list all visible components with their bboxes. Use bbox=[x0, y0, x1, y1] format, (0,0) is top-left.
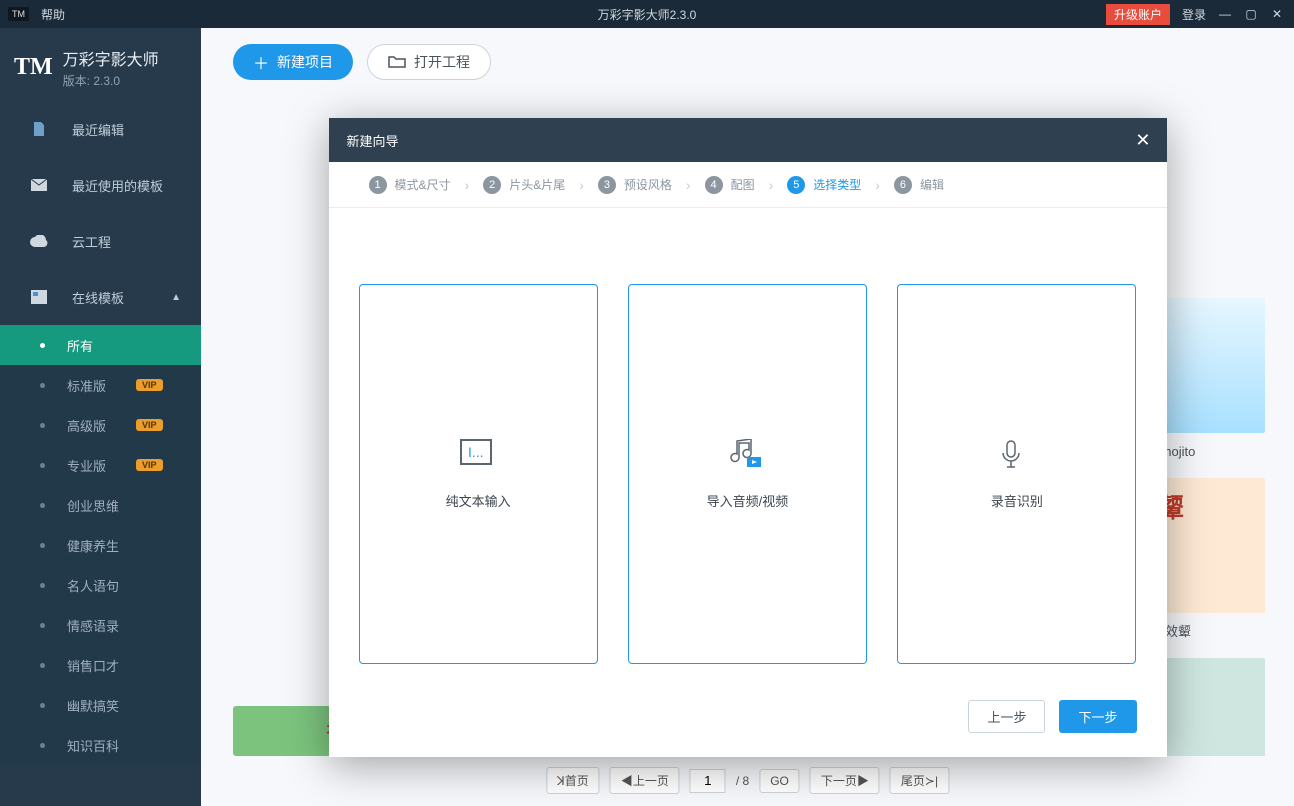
option-label: 录音识别 bbox=[991, 491, 1043, 510]
maximize-icon[interactable]: ▢ bbox=[1244, 7, 1258, 21]
wizard-steps: 1模式&尺寸 › 2片头&片尾 › 3预设风格 › 4配图 › 5选择类型 › 6编辑 bbox=[329, 162, 1167, 208]
wizard-overlay: 新建向导 ✕ 1模式&尺寸 › 2片头&片尾 › 3预设风格 › 4配图 › 5选择类型… bbox=[201, 28, 1294, 806]
sidebar-item-recent-templates[interactable]: 最近使用的模板 bbox=[0, 157, 201, 213]
sidebar-item-online-templates[interactable]: 在线模板 ▲ bbox=[0, 269, 201, 325]
option-record[interactable]: 录音识别 bbox=[897, 284, 1136, 664]
chevron-up-icon: ▲ bbox=[171, 292, 181, 303]
close-icon[interactable]: ✕ bbox=[1270, 7, 1284, 21]
option-label: 导入音频/视频 bbox=[707, 491, 789, 510]
sidebar-sub-all[interactable]: 所有 bbox=[0, 325, 201, 365]
sidebar-item-label: 在线模板 bbox=[72, 288, 124, 307]
titlebar: TM 帮助 万彩字影大师2.3.0 升级账户 登录 — ▢ ✕ bbox=[0, 0, 1294, 28]
sidebar-sub-health[interactable]: 健康养生 bbox=[0, 525, 201, 565]
sidebar-sub-sales[interactable]: 销售口才 bbox=[0, 645, 201, 685]
svg-text:I...: I... bbox=[468, 444, 484, 460]
sidebar-item-label: 最近编辑 bbox=[72, 120, 124, 139]
wizard-step-3[interactable]: 3预设风格 bbox=[598, 176, 672, 194]
music-video-icon bbox=[729, 439, 765, 475]
help-menu[interactable]: 帮助 bbox=[41, 6, 65, 23]
wizard-prev-button[interactable]: 上一步 bbox=[968, 700, 1045, 733]
minimize-icon[interactable]: — bbox=[1218, 7, 1232, 21]
main-area: ＋新建项目 打开工程 禁毒 Mojito 禁毒mojito 东施效颦 东施效颦 bbox=[201, 28, 1294, 806]
option-text-input[interactable]: I... 纯文本输入 bbox=[359, 284, 598, 664]
option-label: 纯文本输入 bbox=[446, 491, 511, 510]
sidebar-sub-quotes[interactable]: 名人语句 bbox=[0, 565, 201, 605]
chevron-right-icon: › bbox=[579, 177, 584, 193]
microphone-icon bbox=[999, 439, 1035, 475]
vip-badge: VIP bbox=[136, 379, 163, 391]
sidebar-sub-emotion[interactable]: 情感语录 bbox=[0, 605, 201, 645]
sidebar-item-label: 最近使用的模板 bbox=[72, 176, 163, 195]
vip-badge: VIP bbox=[136, 459, 163, 471]
wizard-step-4[interactable]: 4配图 bbox=[705, 176, 755, 194]
sidebar-item-cloud[interactable]: 云工程 bbox=[0, 213, 201, 269]
wizard-header: 新建向导 ✕ bbox=[329, 118, 1167, 162]
sidebar-sub-knowledge[interactable]: 知识百科 bbox=[0, 725, 201, 765]
sidebar-sub-pro[interactable]: 专业版VIP bbox=[0, 445, 201, 485]
wizard-step-2[interactable]: 2片头&片尾 bbox=[483, 176, 565, 194]
wizard-step-6[interactable]: 6编辑 bbox=[894, 176, 944, 194]
vip-badge: VIP bbox=[136, 419, 163, 431]
sidebar-subitems: 所有 标准版VIP 高级版VIP 专业版VIP 创业思维 健康养生 名人语句 情… bbox=[0, 325, 201, 765]
wizard-next-button[interactable]: 下一步 bbox=[1059, 700, 1136, 733]
mail-icon bbox=[30, 176, 48, 194]
wizard-step-1[interactable]: 1模式&尺寸 bbox=[369, 176, 451, 194]
sidebar-sub-humor[interactable]: 幽默搞笑 bbox=[0, 685, 201, 725]
login-button[interactable]: 登录 bbox=[1182, 6, 1206, 23]
wizard-dialog: 新建向导 ✕ 1模式&尺寸 › 2片头&片尾 › 3预设风格 › 4配图 › 5选择类型… bbox=[329, 118, 1167, 757]
wizard-close-icon[interactable]: ✕ bbox=[1135, 130, 1150, 151]
sidebar-item-recent-edit[interactable]: 最近编辑 bbox=[0, 101, 201, 157]
chevron-right-icon: › bbox=[769, 177, 774, 193]
sidebar-sub-standard[interactable]: 标准版VIP bbox=[0, 365, 201, 405]
tm-badge: TM bbox=[8, 7, 29, 21]
document-icon bbox=[30, 120, 48, 138]
app-version: 版本: 2.3.0 bbox=[63, 72, 159, 89]
upgrade-button[interactable]: 升级账户 bbox=[1106, 4, 1170, 25]
cloud-icon bbox=[30, 232, 48, 250]
sidebar: TM 万彩字影大师 版本: 2.3.0 最近编辑 最近使用的模板 云工程 在线模… bbox=[0, 28, 201, 806]
text-input-icon: I... bbox=[460, 439, 496, 475]
sidebar-item-label: 云工程 bbox=[72, 232, 111, 251]
sidebar-sub-startup[interactable]: 创业思维 bbox=[0, 485, 201, 525]
template-icon bbox=[30, 288, 48, 306]
app-name: 万彩字影大师 bbox=[63, 46, 159, 70]
option-import-media[interactable]: 导入音频/视频 bbox=[628, 284, 867, 664]
window-title: 万彩字影大师2.3.0 bbox=[598, 6, 697, 23]
chevron-right-icon: › bbox=[875, 177, 880, 193]
wizard-title: 新建向导 bbox=[347, 131, 399, 150]
sidebar-sub-advanced[interactable]: 高级版VIP bbox=[0, 405, 201, 445]
wizard-step-5[interactable]: 5选择类型 bbox=[787, 176, 861, 194]
chevron-right-icon: › bbox=[465, 177, 470, 193]
app-logo: TM bbox=[14, 54, 53, 81]
chevron-right-icon: › bbox=[686, 177, 691, 193]
